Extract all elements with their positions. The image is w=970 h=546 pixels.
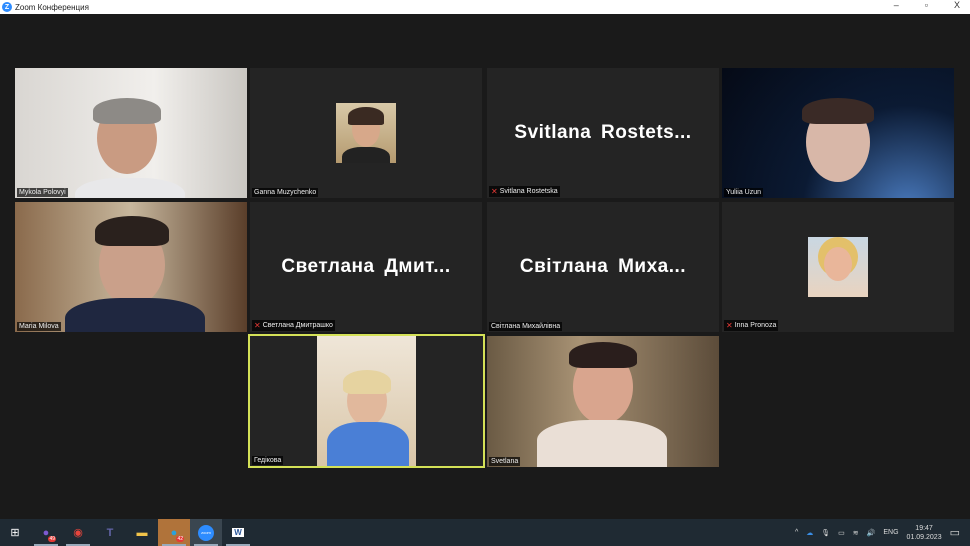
participant-video bbox=[15, 68, 247, 198]
notifications-icon[interactable]: ▭ bbox=[950, 526, 960, 539]
participant-avatar bbox=[336, 103, 396, 163]
participant-video bbox=[487, 336, 719, 467]
teams-icon: T bbox=[106, 526, 114, 539]
onedrive-icon[interactable]: ☁ bbox=[806, 529, 813, 537]
taskbar-app-word[interactable]: W bbox=[222, 519, 254, 546]
taskbar-app-chrome[interactable]: ◉ bbox=[62, 519, 94, 546]
volume-icon[interactable]: 🔊 bbox=[867, 529, 876, 537]
participant-tile[interactable]: Mykola Polovyi bbox=[15, 68, 247, 198]
participant-tile[interactable]: Svitlana Rostets... ✕ Svitlana Rostetska bbox=[487, 68, 719, 198]
participant-tile[interactable]: Ganna Muzychenko bbox=[250, 68, 482, 198]
participant-name-label: Yuliia Uzun bbox=[724, 188, 764, 197]
show-hidden-icons-chevron-icon[interactable]: ^ bbox=[795, 529, 798, 536]
taskbar-app-file-explorer[interactable]: ▬ bbox=[126, 519, 158, 546]
muted-mic-icon: ✕ bbox=[491, 187, 498, 196]
clock[interactable]: 19:47 01.09.2023 bbox=[907, 524, 942, 542]
taskbar-app-viber[interactable]: ● 49 bbox=[30, 519, 62, 546]
windows-icon: ⊞ bbox=[10, 527, 20, 539]
participant-name-label: Світлана Михайлівна bbox=[489, 322, 563, 331]
participant-name-label: Svetlana bbox=[489, 457, 521, 466]
language-indicator[interactable]: ENG bbox=[883, 529, 898, 536]
start-button[interactable]: ⊞ bbox=[0, 519, 30, 546]
participant-name-label: ✕ Svitlana Rostetska bbox=[489, 186, 560, 197]
participant-tile-active-speaker[interactable]: Гедікова bbox=[248, 334, 485, 468]
participant-name-label: ✕ Inna Pronoza bbox=[724, 320, 779, 331]
gallery-view: Mykola Polovyi Ganna Muzychenko Svitlana… bbox=[0, 14, 970, 519]
participant-video bbox=[722, 68, 954, 198]
windows-taskbar: ⊞ ● 49 ◉ T ▬ ● 42 zoom W ^ ☁ 🎙 ▭ ≋ 🔊 ENG 1… bbox=[0, 519, 970, 546]
participant-tile[interactable]: Світлана Миха... Світлана Михайлівна bbox=[487, 202, 719, 332]
window-title: Zoom Конференция bbox=[15, 2, 89, 12]
battery-icon[interactable]: ▭ bbox=[838, 529, 845, 537]
participant-video bbox=[317, 336, 416, 466]
folder-icon: ▬ bbox=[136, 526, 148, 539]
muted-mic-icon: ✕ bbox=[254, 321, 261, 330]
participant-name-label: Ganna Muzychenko bbox=[252, 188, 319, 197]
participant-tile[interactable]: Светлана Дмит... ✕ Светлана Дмитрашко bbox=[250, 202, 482, 332]
time: 19:47 bbox=[915, 524, 933, 532]
system-tray: ^ ☁ 🎙 ▭ ≋ 🔊 ENG 19:47 01.09.2023 ▭ bbox=[795, 519, 970, 546]
zoom-icon: zoom bbox=[198, 524, 214, 541]
taskbar-app-telegram[interactable]: ● 42 bbox=[158, 519, 190, 546]
zoom-logo-icon: Z bbox=[2, 2, 12, 12]
participant-name-label: Гедікова bbox=[252, 456, 284, 465]
title-bar: Z Zoom Конференция – ▫ X bbox=[0, 0, 970, 14]
participant-video bbox=[15, 202, 247, 332]
participant-tile[interactable]: ✕ Inna Pronoza bbox=[722, 202, 954, 332]
participant-avatar bbox=[808, 237, 868, 297]
participant-tile[interactable]: Maria Milova bbox=[15, 202, 247, 332]
participant-tile[interactable]: Svetlana bbox=[487, 336, 719, 467]
participant-display-name: Світлана Миха... bbox=[519, 256, 687, 277]
participant-tile[interactable]: Yuliia Uzun bbox=[722, 68, 954, 198]
date: 01.09.2023 bbox=[906, 533, 942, 541]
maximize-button[interactable]: ▫ bbox=[925, 0, 928, 10]
participant-name-label: Mykola Polovyi bbox=[17, 188, 68, 197]
participant-name-label: Maria Milova bbox=[17, 322, 61, 331]
microphone-icon[interactable]: 🎙 bbox=[821, 529, 830, 537]
notification-badge: 49 bbox=[48, 536, 56, 542]
participant-display-name: Svitlana Rostets... bbox=[514, 122, 692, 143]
notification-badge: 42 bbox=[176, 536, 184, 542]
taskbar-app-teams[interactable]: T bbox=[94, 519, 126, 546]
taskbar-app-zoom[interactable]: zoom bbox=[190, 519, 222, 546]
wifi-icon[interactable]: ≋ bbox=[853, 529, 859, 537]
word-icon: W bbox=[232, 528, 244, 537]
muted-mic-icon: ✕ bbox=[726, 321, 733, 330]
chrome-icon: ◉ bbox=[73, 527, 83, 539]
participant-name-label: ✕ Светлана Дмитрашко bbox=[252, 320, 335, 331]
participant-display-name: Светлана Дмит... bbox=[281, 256, 451, 277]
minimize-button[interactable]: – bbox=[894, 0, 899, 10]
close-button[interactable]: X bbox=[954, 0, 960, 10]
